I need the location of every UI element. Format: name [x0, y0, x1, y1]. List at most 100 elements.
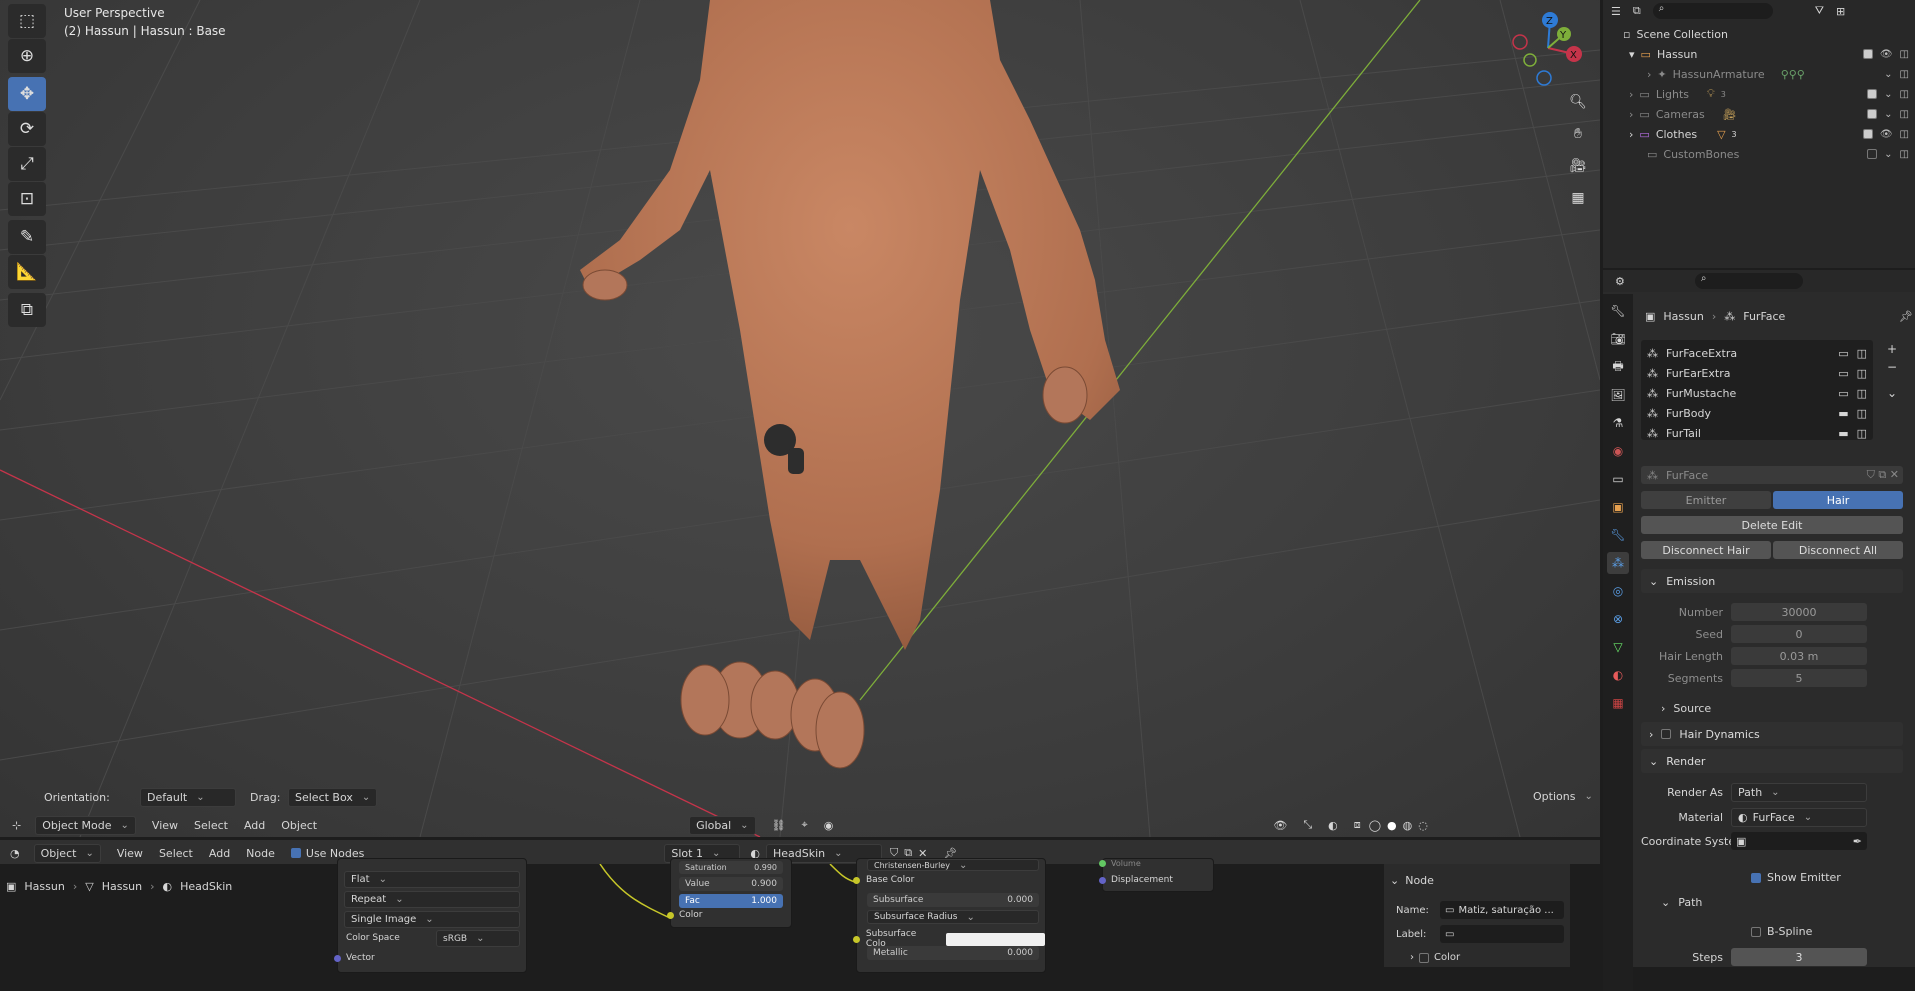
settings-actions-icon[interactable]: ⛉ ⧉ ✕: [1867, 468, 1899, 482]
particle-settings-selector[interactable]: ⁂ FurFace ⛉ ⧉ ✕: [1641, 466, 1903, 484]
options-dropdown[interactable]: Options: [1527, 788, 1599, 805]
exclude-checkbox[interactable]: [1862, 48, 1873, 59]
displacement-socket[interactable]: [1099, 876, 1106, 884]
subsurface-color-swatch[interactable]: [946, 932, 1045, 946]
render-display-icon[interactable]: ◫: [1857, 407, 1867, 420]
outliner-search-input[interactable]: ⌕: [1652, 3, 1773, 19]
steps-field[interactable]: 3: [1731, 948, 1867, 966]
node-label-field[interactable]: ▭: [1440, 925, 1564, 943]
fac-field[interactable]: Fac 1.000: [679, 894, 783, 908]
coordinate-system-field[interactable]: ▣ ✒: [1731, 832, 1867, 850]
wireframe-shading-icon[interactable]: ◯: [1369, 819, 1381, 832]
extension-dropdown[interactable]: Repeat: [344, 891, 520, 908]
subsurface-field[interactable]: Subsurface 0.000: [867, 893, 1039, 907]
subsurface-radius-dropdown[interactable]: Subsurface Radius: [867, 910, 1039, 924]
seed-field[interactable]: 0: [1731, 625, 1867, 643]
object-tab-icon[interactable]: ▣: [1607, 496, 1629, 518]
disconnect-hair-button[interactable]: Disconnect Hair: [1641, 541, 1771, 559]
camera-render-icon[interactable]: ◫: [1900, 109, 1909, 120]
output-tab-icon[interactable]: 🖶: [1607, 356, 1629, 378]
list-item[interactable]: ⁂ FurMustache ▭ ◫: [1647, 385, 1867, 402]
outliner-item-armature[interactable]: › ✦ HassunArmature ⚲⚲⚲ ⌄ ◫: [1603, 64, 1915, 84]
outliner-item-custombones[interactable]: ▭ CustomBones ⌄ ◫: [1603, 144, 1915, 164]
hair-dynamics-panel[interactable]: › Hair Dynamics: [1641, 722, 1903, 746]
material-shading-icon[interactable]: ◍: [1403, 819, 1413, 832]
visibility-icon[interactable]: 👁︎: [1273, 819, 1287, 832]
list-item[interactable]: ⁂ FurBody ▬ ◫: [1647, 405, 1867, 422]
3d-viewport[interactable]: User Perspective (2) Hassun | Hassun : B…: [0, 0, 1600, 837]
overlay-icon[interactable]: ◐: [1328, 819, 1338, 832]
outliner-item-hassun[interactable]: ▾ ▭ Hassun 👁︎ ◫: [1603, 44, 1915, 64]
node-color-checkbox[interactable]: [1419, 952, 1429, 963]
render-display-icon[interactable]: ◫: [1857, 347, 1867, 360]
camera-render-icon[interactable]: ◫: [1900, 149, 1909, 160]
bspline-toggle[interactable]: B-Spline: [1751, 925, 1812, 938]
collection-tab-icon[interactable]: ▭: [1607, 468, 1629, 490]
render-display-icon[interactable]: ◫: [1857, 427, 1867, 440]
show-emitter-checkbox[interactable]: [1751, 872, 1761, 883]
saturation-field[interactable]: Saturation 0.990: [679, 861, 783, 874]
list-item[interactable]: ⁂ FurTail ▬ ◫: [1647, 425, 1867, 442]
hair-dynamics-checkbox[interactable]: [1661, 729, 1672, 739]
rotate-tool[interactable]: ⟳: [8, 112, 46, 146]
color-input-socket[interactable]: [667, 911, 674, 919]
view-layer-tab-icon[interactable]: 🖼︎: [1607, 384, 1629, 406]
eye-icon[interactable]: 👁︎: [1880, 129, 1893, 140]
shader-type-dropdown[interactable]: Object: [33, 843, 101, 863]
type-hair-button[interactable]: Hair: [1773, 491, 1903, 509]
base-color-socket[interactable]: [853, 876, 860, 884]
display-mode-icon[interactable]: ⧉: [1633, 4, 1641, 18]
proportional-edit-icon[interactable]: ◉: [824, 819, 834, 832]
new-collection-icon[interactable]: ⊞: [1836, 5, 1845, 18]
world-tab-icon[interactable]: ◉: [1607, 440, 1629, 462]
use-nodes-checkbox[interactable]: [290, 848, 301, 858]
physics-tab-icon[interactable]: ◎: [1607, 580, 1629, 602]
pivot-icon[interactable]: ⛓: [772, 819, 786, 832]
node-name-field[interactable]: ▭ Matiz, saturação ...: [1440, 901, 1564, 919]
eye-icon[interactable]: ⌄: [1884, 109, 1892, 120]
solid-shading-icon[interactable]: ●: [1387, 819, 1397, 832]
scale-tool[interactable]: ⤢: [8, 147, 46, 181]
eye-icon[interactable]: ⌄: [1884, 69, 1892, 80]
metallic-field[interactable]: Metallic 0.000: [867, 946, 1039, 960]
list-menu-icon[interactable]: ⌄: [1887, 386, 1897, 400]
breadcrumb-material[interactable]: HeadSkin: [180, 880, 232, 893]
select-box-tool[interactable]: ⬚: [8, 4, 46, 38]
image-source-dropdown[interactable]: Single Image: [344, 911, 520, 928]
list-item[interactable]: ⁂ FurFaceExtra ▭ ◫: [1647, 345, 1867, 362]
exclude-checkbox[interactable]: [1867, 148, 1878, 159]
render-display-icon[interactable]: ◫: [1857, 367, 1867, 380]
pan-button[interactable]: ✋︎: [1564, 120, 1592, 148]
camera-view-button[interactable]: 🎥︎: [1564, 152, 1592, 180]
node-menu-add[interactable]: Add: [209, 847, 230, 860]
color-space-dropdown[interactable]: sRGB: [436, 930, 520, 947]
render-display-icon[interactable]: ◫: [1857, 387, 1867, 400]
outliner-item-cameras[interactable]: › ▭ Cameras 🎥︎ ⌄ ◫: [1603, 104, 1915, 124]
outliner-item-clothes[interactable]: › ▭ Clothes ▽ 3 👁︎ ◫: [1603, 124, 1915, 144]
camera-render-icon[interactable]: ◫: [1900, 69, 1909, 80]
subsurface-method-dropdown[interactable]: Christensen-Burley: [867, 859, 1039, 871]
menu-add[interactable]: Add: [244, 819, 265, 832]
eyedropper-icon[interactable]: ✒: [1853, 835, 1862, 848]
render-panel-header[interactable]: ⌄ Render: [1641, 749, 1903, 773]
node-editor-type-icon[interactable]: ◔: [10, 847, 20, 860]
editor-type-icon[interactable]: ⊹: [12, 819, 21, 832]
image-texture-node[interactable]: Flat Repeat Single Image Color Space sRG…: [334, 858, 527, 973]
vector-socket[interactable]: [334, 954, 341, 962]
mode-dropdown[interactable]: Object Mode: [35, 815, 136, 835]
type-emitter-button[interactable]: Emitter: [1641, 491, 1771, 509]
data-tab-icon[interactable]: ▽: [1607, 636, 1629, 658]
gizmo-toggle-icon[interactable]: ⤡: [1303, 818, 1312, 832]
node-menu-select[interactable]: Select: [159, 847, 193, 860]
modifier-tab-icon[interactable]: 🔧︎: [1607, 524, 1629, 546]
properties-search-input[interactable]: ⌕: [1694, 273, 1803, 289]
drag-dropdown[interactable]: Select Box: [288, 788, 378, 807]
material-output-node[interactable]: Volume Displacement: [1099, 858, 1214, 892]
principled-bsdf-node[interactable]: Christensen-Burley Base Color Subsurface…: [853, 858, 1046, 973]
emission-panel-header[interactable]: ⌄ Emission: [1641, 569, 1903, 593]
scene-tab-icon[interactable]: ⚗: [1607, 412, 1629, 434]
ortho-toggle-button[interactable]: ▦: [1564, 184, 1592, 212]
list-item[interactable]: ⁂ FurEarExtra ▭ ◫: [1647, 365, 1867, 382]
viewport-display-icon[interactable]: ▭: [1838, 347, 1848, 360]
pin-icon[interactable]: 📌︎: [1899, 310, 1913, 323]
